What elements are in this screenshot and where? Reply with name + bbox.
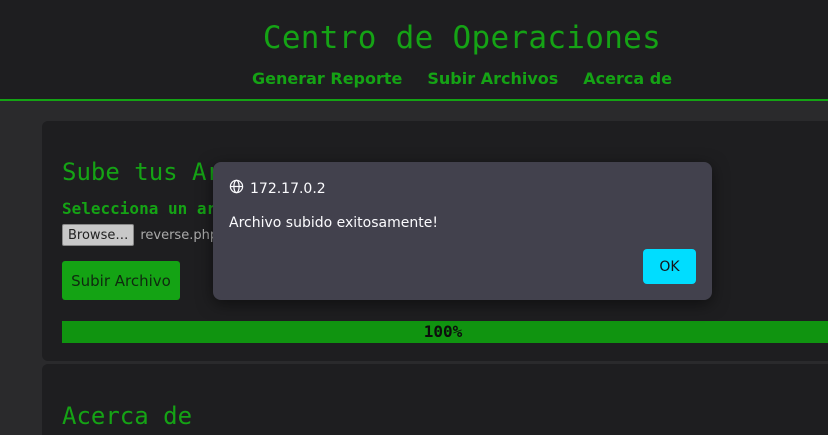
- selected-file-name: reverse.php: [140, 227, 219, 243]
- globe-icon: [229, 179, 244, 198]
- site-header: Centro de Operaciones Generar Reporte Su…: [0, 0, 828, 101]
- progress-percentage: 100%: [423, 322, 463, 341]
- dialog-origin: 172.17.0.2: [229, 179, 326, 198]
- ok-button[interactable]: OK: [643, 249, 696, 284]
- browse-button[interactable]: Browse…: [62, 224, 135, 246]
- site-title: Centro de Operaciones: [262, 20, 662, 56]
- select-file-label: Selecciona un arc: [62, 199, 226, 218]
- about-card: Acerca de: [42, 364, 828, 435]
- upload-submit-button[interactable]: Subir Archivo: [62, 261, 180, 300]
- nav-generar-reporte[interactable]: Generar Reporte: [252, 69, 402, 88]
- about-title: Acerca de: [62, 402, 193, 430]
- main-nav: Generar Reporte Subir Archivos Acerca de: [252, 69, 672, 88]
- dialog-message: Archivo subido exitosamente!: [229, 215, 438, 231]
- upload-title: Sube tus Ar: [62, 158, 221, 186]
- alert-dialog: 172.17.0.2 Archivo subido exitosamente! …: [213, 162, 712, 300]
- nav-acerca-de[interactable]: Acerca de: [583, 69, 672, 88]
- dialog-origin-host: 172.17.0.2: [250, 180, 326, 197]
- file-input[interactable]: Browse… reverse.php: [62, 224, 218, 246]
- nav-subir-archivos[interactable]: Subir Archivos: [427, 69, 558, 88]
